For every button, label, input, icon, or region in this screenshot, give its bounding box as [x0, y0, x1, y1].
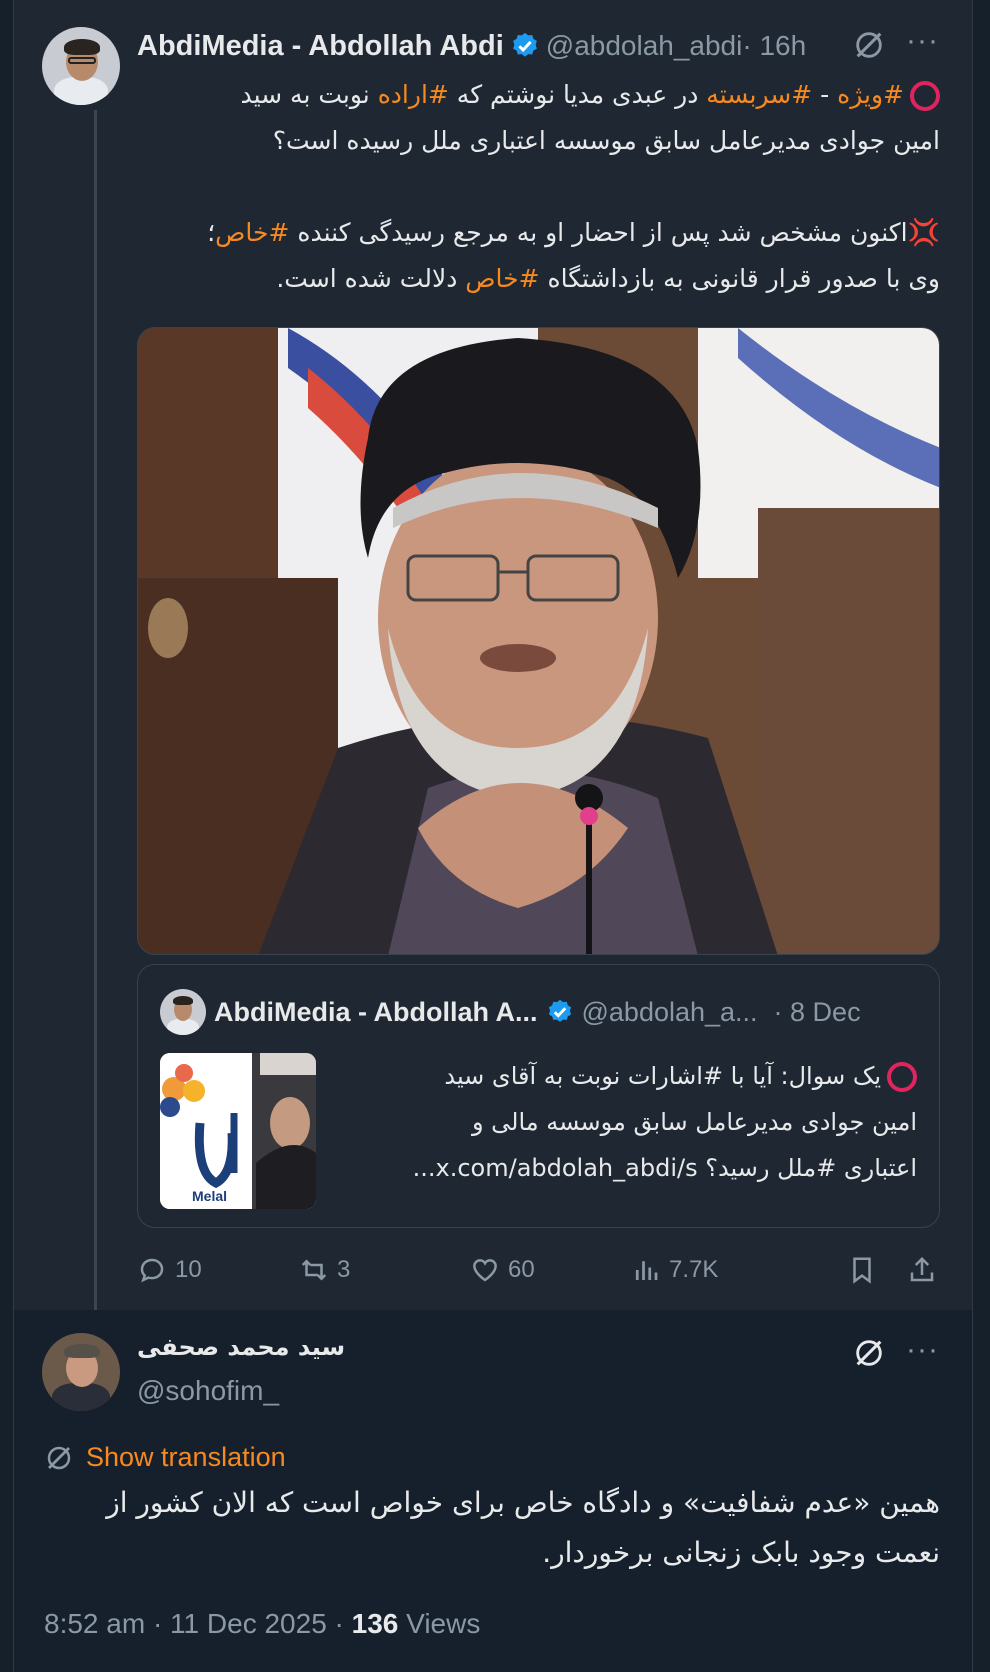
parent-text-line-3: 💢اکنون مشخص شد پس از احضار او به مرجع رس…: [207, 218, 940, 248]
quoted-author-handle: @abdolah_a...: [581, 996, 758, 1027]
reply-text-line-1: همین «عدم شفافیت» و دادگاه خاص برای خواص…: [106, 1486, 940, 1519]
reply-count: 10: [175, 1256, 202, 1283]
grok-icon: [856, 1340, 882, 1366]
parent-action-bar: 10 3 60 7.7K: [137, 1248, 940, 1292]
thread-connector-line: [94, 110, 97, 1310]
verified-badge-icon: [548, 999, 571, 1022]
quoted-author-name: AbdiMedia - Abdollah A...: [214, 996, 538, 1027]
reply-timestamp[interactable]: 8:52 am · 11 Dec 2025 ·: [44, 1608, 352, 1639]
cleric-portrait-image: [138, 328, 939, 954]
quoted-tweet-thumbnail: Melal: [160, 1053, 316, 1209]
reply-meta-line: 8:52 am · 11 Dec 2025 · 136 Views: [44, 1608, 480, 1640]
parent-grok-button[interactable]: [852, 28, 886, 62]
heart-icon: [473, 1259, 497, 1282]
grok-icon: [856, 32, 882, 58]
thumb-brand-text: Melal: [192, 1188, 227, 1204]
reply-views-label: Views: [398, 1608, 481, 1639]
reply-tweet-header: سید محمد صحفی: [137, 1333, 345, 1361]
parent-author-name[interactable]: AbdiMedia - Abdollah Abdi: [137, 30, 504, 63]
show-translation-label: Show translation: [86, 1442, 286, 1472]
hashtag-link[interactable]: #اراده: [378, 80, 449, 109]
parent-text-line-1: #ویژه - #سربسته در عبدی مدیا نوشتم که #ا…: [120, 72, 940, 118]
quoted-text-line-1: یک سوال: آیا با #اشارات نوبت به آقای سید: [444, 1062, 881, 1090]
views-count: 7.7K: [669, 1256, 719, 1283]
parent-tweet-text: #ویژه - #سربسته در عبدی مدیا نوشتم که #ا…: [120, 72, 940, 302]
anger-symbol-icon: 💢: [907, 218, 940, 248]
quoted-tweet-text: یک سوال: آیا با #اشارات نوبت به آقای سید…: [357, 1053, 917, 1191]
tweet-photo[interactable]: [137, 327, 940, 955]
reply-views-count: 136: [351, 1608, 399, 1639]
hashtag-link[interactable]: #سربسته: [706, 80, 812, 109]
parent-text-line-4: وی با صدور قرار قانونی به بازداشتگاه #خا…: [276, 264, 940, 293]
quoted-tweet-card[interactable]: AbdiMedia - Abdollah A... @abdolah_a... …: [137, 964, 940, 1228]
parent-more-button[interactable]: ···: [906, 24, 939, 58]
melal-logo-image: Melal: [160, 1053, 316, 1209]
parent-text-line-2: امین جوادی مدیرعامل سابق موسسه اعتباری م…: [272, 126, 940, 155]
share-upload-icon: [910, 1256, 934, 1282]
parent-author-handle[interactable]: @abdolah_abdi: [546, 30, 743, 62]
translate-grok-icon: [47, 1446, 71, 1469]
retweet-count: 3: [337, 1256, 351, 1283]
retweet-button[interactable]: 3: [299, 1248, 350, 1292]
retweet-icon: [301, 1259, 327, 1281]
parent-tweet-header: AbdiMedia - Abdollah Abdi @abdolah_abdi …: [137, 26, 937, 66]
reply-author-avatar[interactable]: [42, 1333, 120, 1411]
reply-bubble-icon: [140, 1258, 164, 1283]
more-options-icon: ···: [906, 1333, 939, 1366]
show-translation-link[interactable]: Show translation: [44, 1442, 286, 1473]
quoted-tweet-date: · 8 Dec: [773, 996, 861, 1027]
reply-author-name[interactable]: سید محمد صحفی: [137, 1333, 345, 1361]
right-page-edge: [972, 0, 990, 1672]
hashtag-link[interactable]: #ویژه: [837, 80, 904, 109]
quoted-text-line-3: اعتباری #ملل رسید؟ x.com/abdolah_abdi/s.…: [412, 1154, 917, 1182]
quoted-author-avatar: [160, 989, 206, 1035]
analytics-bars-icon: [635, 1261, 658, 1280]
more-options-icon: ···: [906, 24, 939, 57]
red-circle-icon: [887, 1062, 917, 1092]
bookmark-icon: [853, 1257, 871, 1284]
reply-tweet-text: همین «عدم شفافیت» و دادگاه خاص برای خواص…: [40, 1478, 940, 1578]
hashtag-link[interactable]: #خاص: [465, 264, 539, 293]
hashtag-link[interactable]: #خاص: [215, 218, 289, 247]
reply-grok-button[interactable]: [852, 1336, 886, 1370]
like-button[interactable]: 60: [470, 1248, 535, 1292]
quoted-text-line-2: امین جوادی مدیرعامل سابق موسسه مالی و: [471, 1108, 917, 1136]
reply-author-handle[interactable]: @sohofim_: [137, 1375, 279, 1407]
reply-button[interactable]: 10: [137, 1248, 202, 1292]
share-button[interactable]: [907, 1248, 945, 1292]
like-count: 60: [508, 1256, 535, 1283]
parent-tweet-time[interactable]: · 16h: [742, 30, 806, 62]
reply-text-line-2: نعمت وجود بابک زنجانی برخوردار.: [542, 1536, 940, 1569]
red-circle-icon: [910, 81, 940, 111]
verified-badge-icon: [512, 32, 537, 57]
parent-author-avatar[interactable]: [42, 27, 120, 105]
reply-more-button[interactable]: ···: [906, 1333, 939, 1367]
bookmark-button[interactable]: [847, 1248, 885, 1292]
left-page-edge: [0, 0, 14, 1672]
views-button[interactable]: 7.7K: [631, 1248, 718, 1292]
quoted-tweet-header: AbdiMedia - Abdollah A... @abdolah_a... …: [160, 987, 920, 1037]
